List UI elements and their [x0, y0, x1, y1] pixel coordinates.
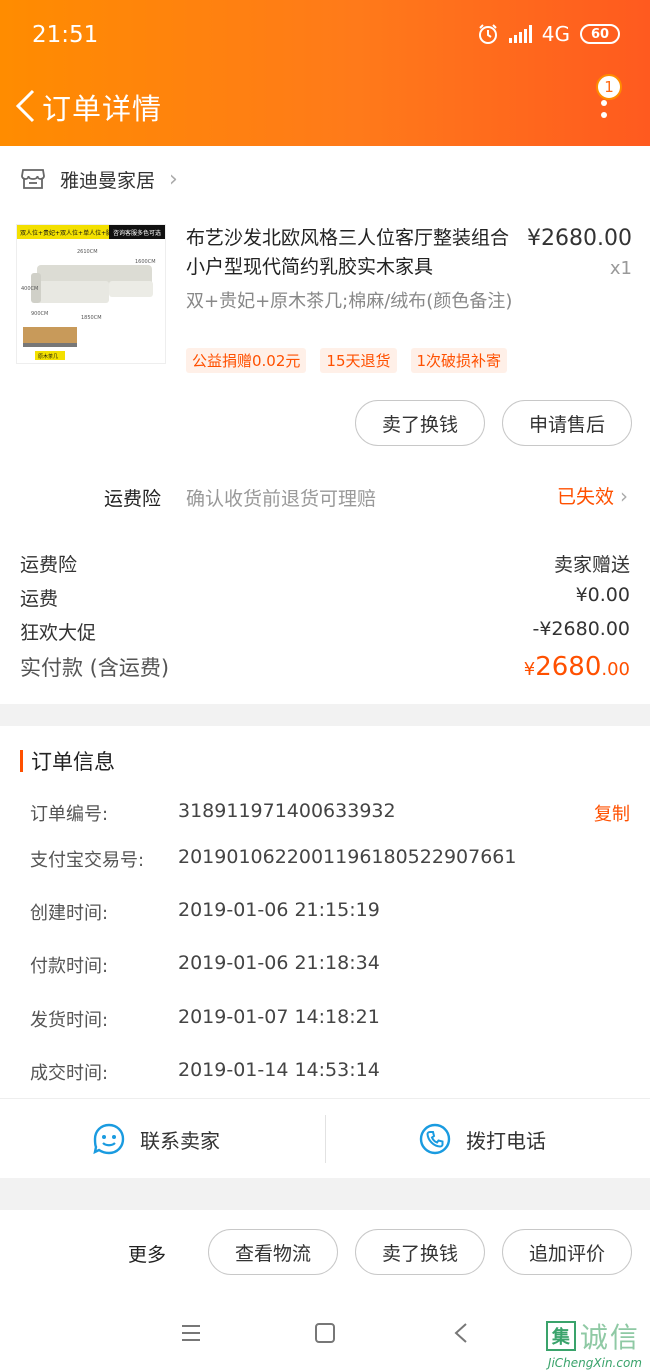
back-triangle-icon [454, 1323, 467, 1343]
info-label: 成交时间: [30, 1063, 109, 1084]
tag-charity: 公益捐赠0.02元 [186, 348, 307, 373]
home-nav-button[interactable] [310, 1318, 340, 1348]
signal-icon [508, 25, 532, 43]
image-dim-1: 2610CM [77, 249, 98, 255]
image-top-left-text: 双人位+贵妃+双人位+单人位+脚踏 [20, 229, 118, 237]
menu-nav-button[interactable] [176, 1318, 206, 1348]
more-menu-button[interactable]: 1 [586, 70, 626, 126]
fee-label: 运费险 [20, 554, 78, 576]
view-logistics-button[interactable]: 查看物流 [208, 1229, 338, 1275]
more-actions-button[interactable]: 更多 [128, 1240, 166, 1267]
contact-bar: 联系卖家 拨打电话 [0, 1098, 650, 1178]
watermark-logo: 集 [545, 1321, 576, 1351]
watermark-text: 诚信 [579, 1321, 640, 1354]
total-currency: ¥ [523, 659, 536, 680]
info-label: 支付宝交易号: [30, 850, 145, 871]
total-row: 实付款 (含运费) ¥2680.00 [20, 652, 630, 682]
image-top-right-text: 咨询客服多色可选 [113, 229, 161, 237]
chat-face-icon [93, 1123, 125, 1155]
copy-button[interactable]: 复制 [594, 800, 630, 826]
product-quantity: x1 [609, 258, 632, 279]
bottom-action-bar: 更多 查看物流 卖了换钱 追加评价 [0, 1210, 650, 1294]
insurance-label: 运费险 [104, 488, 162, 510]
fee-row-promo: 狂欢大促 -¥2680.00 [20, 618, 630, 645]
back-nav-button[interactable] [446, 1318, 476, 1348]
tag-damage: 1次破损补寄 [410, 348, 508, 373]
image-dim-2: 1600CM [135, 259, 156, 265]
image-dim-5: 400CM [21, 286, 38, 292]
info-label: 付款时间: [30, 956, 109, 977]
call-phone-label: 拨打电话 [466, 1128, 546, 1153]
total-amount: ¥2680.00 [524, 652, 630, 682]
system-nav-bar: 集 诚信 JiChengXin.com [0, 1294, 650, 1372]
order-info-title: 订单信息 [20, 748, 115, 774]
shop-name: 雅迪曼家居 [60, 169, 156, 192]
page-title: 订单详情 [42, 92, 163, 126]
info-value: 2019-01-06 21:18:34 [178, 952, 380, 974]
call-phone-button[interactable]: 拨打电话 [418, 1099, 546, 1179]
fee-row-shipping: 运费 ¥0.00 [20, 584, 630, 611]
info-value: 318911971400633932 [178, 800, 396, 822]
info-label: 创建时间: [30, 903, 109, 924]
header-bar: 21:51 4G 60 订单详情 1 [0, 0, 650, 146]
image-dim-3: 1850CM [81, 315, 102, 321]
chevron-right-icon: › [620, 483, 628, 508]
shop-link[interactable]: 雅迪曼家居 › [20, 164, 178, 194]
sell-button[interactable]: 卖了换钱 [355, 400, 485, 446]
watermark-url: JiChengXin.com [547, 1356, 642, 1370]
status-icons: 4G 60 [477, 22, 620, 46]
fee-value: ¥0.00 [575, 584, 630, 606]
divider [325, 1115, 326, 1163]
battery-icon: 60 [580, 24, 620, 44]
insurance-status[interactable]: 已失效 › [557, 482, 628, 509]
total-decimal: .00 [601, 659, 630, 680]
product-image[interactable]: 双人位+贵妃+双人位+单人位+脚踏 咨询客服多色可选 2610CM 1600CM… [16, 224, 166, 364]
home-square-icon [315, 1323, 335, 1343]
chevron-right-icon: › [169, 166, 178, 192]
order-info-title-text: 订单信息 [31, 750, 115, 774]
image-table-label: 原木茶几 [38, 353, 58, 360]
insurance-status-text: 已失效 [556, 486, 614, 508]
info-label: 发货时间: [30, 1010, 109, 1031]
info-value: 2019-01-14 14:53:14 [178, 1059, 380, 1081]
more-dots-icon [601, 100, 607, 118]
info-value: 2019-01-06 21:15:19 [178, 899, 380, 921]
image-dim-4: 900CM [31, 311, 48, 317]
fee-value: 卖家赠送 [553, 554, 630, 576]
sofa-image-icon: 双人位+贵妃+双人位+单人位+脚踏 咨询客服多色可选 2610CM 1600CM… [17, 225, 165, 360]
insurance-desc: 确认收货前退货可理赔 [186, 488, 377, 510]
info-value: 2019-01-07 14:18:21 [178, 1006, 380, 1028]
fee-label: 运费 [20, 588, 59, 610]
add-review-button[interactable]: 追加评价 [502, 1229, 632, 1275]
total-integer: 2680 [535, 652, 602, 682]
network-label: 4G [541, 22, 570, 46]
back-button[interactable] [8, 84, 42, 128]
tag-return: 15天退货 [320, 348, 397, 373]
order-item-card: 雅迪曼家居 › 双人位+贵妃+双人位+单人位+脚踏 咨询客服多色可选 2610C… [0, 146, 650, 704]
status-time: 21:51 [32, 22, 99, 48]
service-tags: 公益捐赠0.02元 15天退货 1次破损补寄 [186, 348, 508, 373]
contact-seller-button[interactable]: 联系卖家 [92, 1099, 220, 1179]
sell-button-bottom[interactable]: 卖了换钱 [355, 1229, 485, 1275]
fee-label: 狂欢大促 [20, 622, 97, 644]
fee-row-insurance: 运费险 卖家赠送 [20, 550, 630, 577]
product-spec: 双+贵妃+原木茶几;棉麻/绒布(颜色备注) [186, 291, 513, 312]
notification-badge: 1 [596, 74, 622, 100]
after-sale-button[interactable]: 申请售后 [502, 400, 632, 446]
total-label: 实付款 (含运费) [20, 656, 170, 680]
order-info-card: 订单信息 订单编号: 318911971400633932 复制 支付宝交易号:… [0, 726, 650, 1098]
store-icon [21, 169, 45, 189]
info-label: 订单编号: [30, 804, 109, 825]
phone-icon [419, 1123, 451, 1155]
menu-icon [182, 1325, 200, 1341]
product-title[interactable]: 布艺沙发北欧风格三人位客厅整装组合小户型现代简约乳胶实木家具 [186, 224, 512, 282]
fee-value: -¥2680.00 [532, 618, 630, 640]
watermark: 集 诚信 JiChengXin.com [545, 1316, 642, 1370]
info-value: 2019010622001196180522907661 [178, 846, 517, 868]
title-accent-bar [20, 750, 23, 772]
contact-seller-label: 联系卖家 [140, 1128, 220, 1153]
product-price: ¥2680.00 [527, 226, 632, 251]
alarm-icon [478, 24, 497, 44]
chevron-left-icon [15, 89, 35, 123]
